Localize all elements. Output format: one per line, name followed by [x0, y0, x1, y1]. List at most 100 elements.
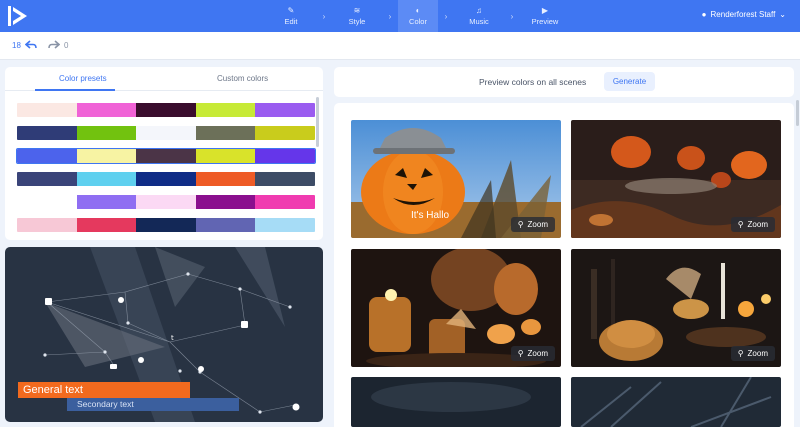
chevron-right-icon: › — [322, 11, 326, 21]
color-swatch — [136, 126, 196, 140]
history-bar: 18 0 — [0, 32, 800, 60]
color-preset-row[interactable] — [17, 195, 315, 209]
scene-thumbnail[interactable]: ⚲ Zoom — [571, 249, 781, 367]
color-swatch — [17, 218, 77, 232]
color-swatch — [255, 195, 315, 209]
color-preview-canvas: t General text Secondary text — [5, 247, 323, 422]
step-label: Style — [348, 17, 366, 26]
zoom-button[interactable]: ⚲ Zoom — [730, 217, 775, 232]
redo-count: 0 — [64, 40, 69, 50]
chevron-right-icon: › — [444, 11, 448, 21]
color-preset-row[interactable] — [17, 103, 315, 117]
color-preset-row[interactable] — [17, 218, 315, 232]
user-name: Renderforest Staff — [710, 10, 776, 19]
page-scrollbar[interactable] — [796, 100, 799, 126]
color-swatch — [136, 172, 196, 186]
color-swatch — [195, 218, 256, 232]
step-edit[interactable]: ✎ Edit — [266, 0, 316, 32]
color-swatch — [136, 103, 196, 117]
zoom-button[interactable]: ⚲ Zoom — [510, 346, 555, 361]
step-label: Preview — [531, 17, 559, 26]
color-swatch — [255, 126, 315, 140]
undo-count: 18 — [12, 40, 21, 50]
color-panel: Color presets Custom colors — [5, 67, 323, 240]
magnifier-icon: ⚲ — [517, 220, 524, 229]
color-swatch — [255, 172, 315, 186]
color-swatch — [76, 103, 137, 117]
chevron-down-icon: ⌄ — [779, 10, 786, 19]
scene-caption: It's Hallo — [411, 210, 450, 221]
preset-scrollbar[interactable] — [316, 97, 319, 147]
magnifier-icon: ⚲ — [737, 349, 744, 358]
color-swatch — [76, 172, 137, 186]
editor-steps: ✎ Edit › ≋ Style › ◐ Color › ♫ Music › ▶… — [266, 0, 570, 32]
preview-all-scenes-bar: Preview colors on all scenes Generate — [334, 67, 794, 97]
preview-all-label: Preview colors on all scenes — [479, 77, 587, 87]
user-menu[interactable]: ● Renderforest Staff ⌄ — [702, 10, 786, 19]
color-swatch — [76, 126, 137, 140]
redo-icon — [48, 40, 60, 49]
undo-button[interactable]: 18 — [12, 40, 37, 50]
play-icon: ▶ — [541, 6, 549, 15]
renderforest-logo[interactable] — [7, 4, 29, 28]
secondary-text-sample: Secondary text — [67, 398, 239, 411]
layers-icon: ≋ — [353, 6, 361, 15]
color-swatch — [76, 195, 137, 209]
zoom-label: Zoom — [747, 349, 768, 358]
scene-thumbnail[interactable]: ⚲ Zoom — [571, 120, 781, 238]
step-label: Edit — [284, 17, 298, 26]
color-swatch — [255, 103, 315, 117]
zoom-label: Zoom — [747, 220, 768, 229]
step-color[interactable]: ◐ Color — [398, 0, 438, 32]
scene-thumbnail[interactable]: ⚲ Zoom — [351, 249, 561, 367]
color-swatch — [17, 126, 77, 140]
color-swatch — [255, 218, 315, 232]
user-icon: ● — [701, 10, 707, 19]
zoom-label: Zoom — [527, 220, 548, 229]
tab-color-presets[interactable]: Color presets — [59, 74, 107, 83]
tab-custom-colors[interactable]: Custom colors — [217, 74, 268, 83]
step-label: Music — [469, 17, 489, 26]
magnifier-icon: ⚲ — [737, 220, 744, 229]
branches-scene — [571, 377, 781, 427]
step-music[interactable]: ♫ Music — [454, 0, 504, 32]
chevron-right-icon: › — [388, 11, 392, 21]
chevron-right-icon: › — [510, 11, 514, 21]
zoom-label: Zoom — [527, 349, 548, 358]
generate-button[interactable]: Generate — [604, 72, 655, 91]
palette-icon: ◐ — [415, 6, 421, 15]
step-preview[interactable]: ▶ Preview — [520, 0, 570, 32]
color-swatch — [195, 149, 256, 163]
pencil-icon: ✎ — [287, 6, 295, 15]
zoom-button[interactable]: ⚲ Zoom — [730, 346, 775, 361]
step-label: Color — [409, 17, 427, 26]
color-preset-row[interactable] — [17, 126, 315, 140]
zoom-button[interactable]: ⚲ Zoom — [510, 217, 555, 232]
color-swatch — [195, 103, 256, 117]
color-swatch — [17, 149, 77, 163]
color-swatch — [136, 195, 196, 209]
preset-list — [16, 103, 316, 240]
color-tabs: Color presets Custom colors — [5, 67, 323, 91]
undo-icon — [24, 40, 37, 49]
color-swatch — [76, 149, 137, 163]
color-swatch — [17, 103, 77, 117]
scene-thumbnail[interactable] — [571, 377, 781, 427]
color-preset-row[interactable] — [16, 148, 316, 164]
svg-text:t: t — [171, 334, 174, 342]
top-bar: ✎ Edit › ≋ Style › ◐ Color › ♫ Music › ▶… — [0, 0, 800, 32]
magnifier-icon: ⚲ — [517, 349, 524, 358]
scene-thumbnail[interactable]: It's Hallo ⚲ Zoom — [351, 120, 561, 238]
redo-button[interactable]: 0 — [48, 40, 68, 50]
color-swatch — [195, 172, 256, 186]
step-style[interactable]: ≋ Style — [332, 0, 382, 32]
color-swatch — [136, 218, 196, 232]
active-tab-indicator — [35, 89, 115, 91]
color-swatch — [136, 149, 196, 163]
scene-thumbnail[interactable] — [351, 377, 561, 427]
color-swatch — [255, 149, 315, 163]
color-swatch — [17, 195, 77, 209]
color-preset-row[interactable] — [17, 172, 315, 186]
color-swatch — [76, 218, 137, 232]
scene-grid: It's Hallo ⚲ Zoom ⚲ Zoom ⚲ Zoom ⚲ Zoom — [334, 103, 794, 427]
